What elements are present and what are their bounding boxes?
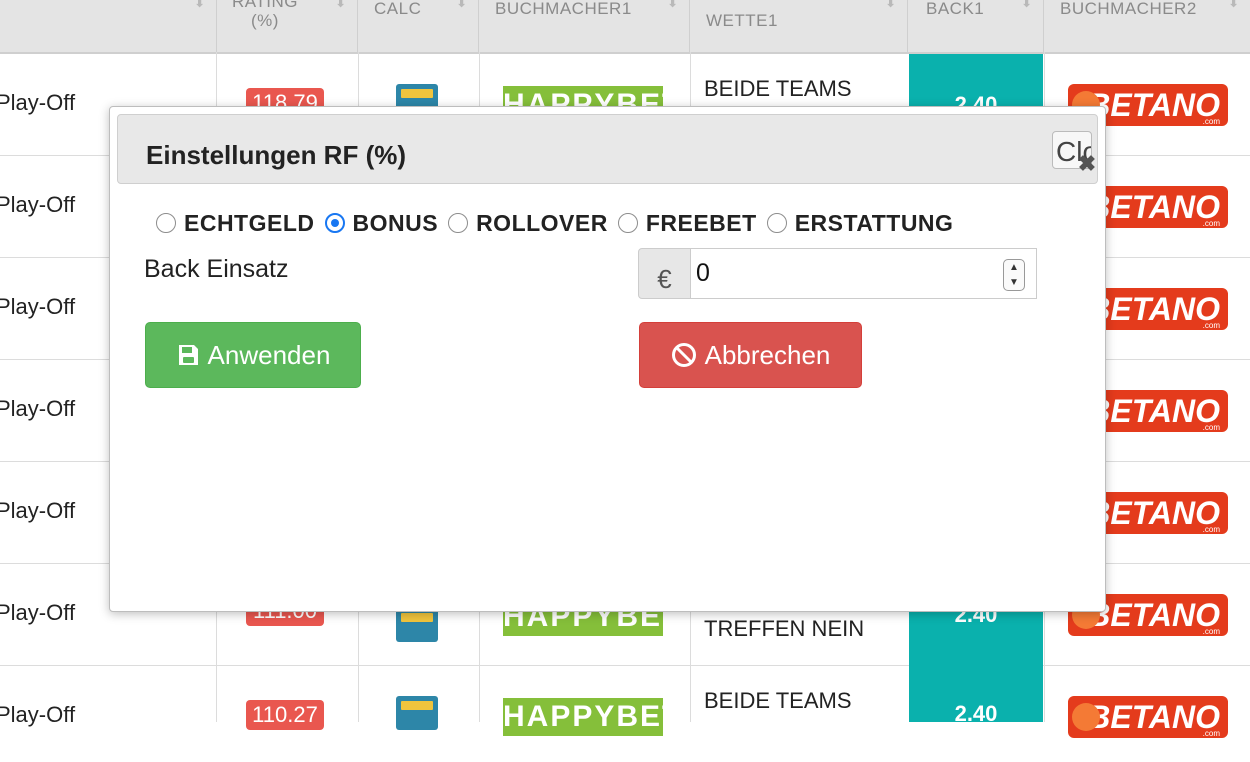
settings-modal: Einstellungen RF (%) Clo ✖ ECHTGELD BONU…: [109, 106, 1106, 612]
bookmaker2-name: BETANO: [1087, 699, 1220, 735]
apply-button[interactable]: Anwenden: [145, 322, 361, 388]
bookmaker2-name: BETANO: [1087, 189, 1220, 225]
radio-button-selected[interactable]: [324, 213, 345, 233]
back-stake-input[interactable]: [691, 248, 1037, 299]
event-cell: Play-Off: [0, 600, 76, 625]
bookmaker2-name: BETANO: [1087, 495, 1220, 531]
table-row[interactable]: Play-Off 110.27 HAPPYBET BEIDE TEAMS 2.4…: [0, 666, 1250, 738]
radio-button[interactable]: [766, 213, 787, 233]
column-header-label: BUCHMACHER2: [1060, 0, 1197, 18]
apply-button-label: Anwenden: [207, 339, 331, 370]
radio-option-rollover[interactable]: ROLLOVER: [448, 210, 608, 237]
bet-cell: TREFFEN NEIN: [704, 616, 865, 641]
stepper-down-icon[interactable]: ▼: [1004, 275, 1024, 290]
bookmaker1-logo[interactable]: HAPPYBET: [503, 698, 663, 736]
bookmaker2-domain: .com: [1202, 627, 1220, 636]
column-header-label: BACK1: [926, 0, 985, 18]
event-cell: Play-Off: [0, 90, 76, 115]
bookmaker2-domain: .com: [1202, 423, 1220, 432]
column-header-calc[interactable]: CALC ⬍: [358, 0, 479, 52]
bookmaker2-domain: .com: [1202, 729, 1220, 738]
bet-cell: BEIDE TEAMS: [704, 688, 852, 713]
sort-icon[interactable]: ⬍: [194, 0, 206, 11]
bookmaker2-name: BETANO: [1087, 393, 1220, 429]
bookmaker2-name: BETANO: [1087, 87, 1220, 123]
radio-label: FREEBET: [645, 209, 757, 236]
radio-label: ROLLOVER: [476, 209, 608, 236]
radio-button[interactable]: [156, 213, 176, 233]
radio-label: BONUS: [352, 209, 439, 236]
radio-option-echtgeld[interactable]: ECHTGELD: [156, 210, 315, 237]
bookmaker2-name: BETANO: [1087, 291, 1220, 327]
modal-header: Einstellungen RF (%) Clo: [117, 114, 1098, 184]
bookmaker2-name: BETANO: [1087, 597, 1220, 633]
bookmaker2-domain: .com: [1202, 117, 1220, 126]
event-cell: Play-Off: [0, 294, 76, 319]
radio-label: ECHTGELD: [184, 209, 315, 236]
radio-label: ERSTATTUNG: [794, 209, 954, 236]
cancel-button[interactable]: Abbrechen: [639, 322, 862, 388]
calculator-icon[interactable]: [396, 608, 438, 642]
table-header: ⬍ RATING (%) ⬍ CALC ⬍ BUCHMACHER1 ⬍ WETT…: [0, 0, 1250, 54]
ban-icon: [671, 342, 697, 368]
sort-icon[interactable]: ⬍: [667, 0, 679, 11]
column-header-label: BUCHMACHER1: [495, 0, 632, 18]
column-header-back1[interactable]: BACK1 ⬍: [908, 0, 1044, 52]
column-header-event[interactable]: ⬍: [0, 0, 217, 52]
save-icon: [176, 343, 200, 367]
stepper-up-icon[interactable]: ▲: [1004, 260, 1024, 275]
column-header-label: CALC: [374, 0, 422, 18]
rating-badge: 110.27: [246, 700, 324, 730]
radio-button[interactable]: [617, 213, 638, 233]
calculator-icon[interactable]: [396, 696, 438, 730]
sort-icon[interactable]: ⬍: [456, 0, 468, 11]
bookmaker2-domain: .com: [1202, 321, 1220, 330]
euro-currency-icon: €: [638, 248, 691, 299]
event-cell: Play-Off: [0, 192, 76, 217]
event-cell: Play-Off: [0, 702, 76, 727]
column-header-sublabel: (%): [251, 11, 279, 30]
bookmaker2-domain: .com: [1202, 525, 1220, 534]
modal-title: Einstellungen RF (%): [146, 140, 406, 170]
bookmaker2-logo[interactable]: BETANO .com: [1068, 696, 1228, 738]
sort-icon[interactable]: ⬍: [1228, 0, 1240, 11]
event-cell: Play-Off: [0, 498, 76, 523]
back-odds-cell[interactable]: 2.40: [909, 666, 1043, 726]
column-header-bet1[interactable]: WETTE1 ⬍: [690, 0, 908, 52]
radio-option-bonus[interactable]: BONUS: [324, 209, 439, 237]
bet-cell: BEIDE TEAMS: [704, 76, 852, 101]
sort-icon[interactable]: ⬍: [335, 0, 347, 11]
column-header-bookmaker2[interactable]: BUCHMACHER2 ⬍: [1044, 0, 1250, 52]
column-header-sublabel: WETTE1: [706, 11, 778, 30]
sort-icon[interactable]: ⬍: [1021, 0, 1033, 11]
number-stepper[interactable]: ▲ ▼: [1003, 259, 1025, 291]
column-header-bookmaker1[interactable]: BUCHMACHER1 ⬍: [479, 0, 690, 52]
column-header-rating[interactable]: RATING (%) ⬍: [217, 0, 358, 52]
cancel-button-label: Abbrechen: [704, 339, 831, 370]
radio-button[interactable]: [448, 213, 469, 233]
money-type-radio-group: ECHTGELD BONUS ROLLOVER FREEBET ERSTATTU…: [156, 209, 963, 237]
bookmaker2-domain: .com: [1202, 219, 1220, 228]
event-cell: Play-Off: [0, 396, 76, 421]
radio-option-freebet[interactable]: FREEBET: [617, 209, 757, 237]
back-stake-label: Back Einsatz: [144, 255, 289, 283]
close-icon[interactable]: ✖: [1076, 153, 1098, 175]
radio-option-erstattung[interactable]: ERSTATTUNG: [766, 209, 954, 237]
sort-icon[interactable]: ⬍: [885, 0, 897, 11]
